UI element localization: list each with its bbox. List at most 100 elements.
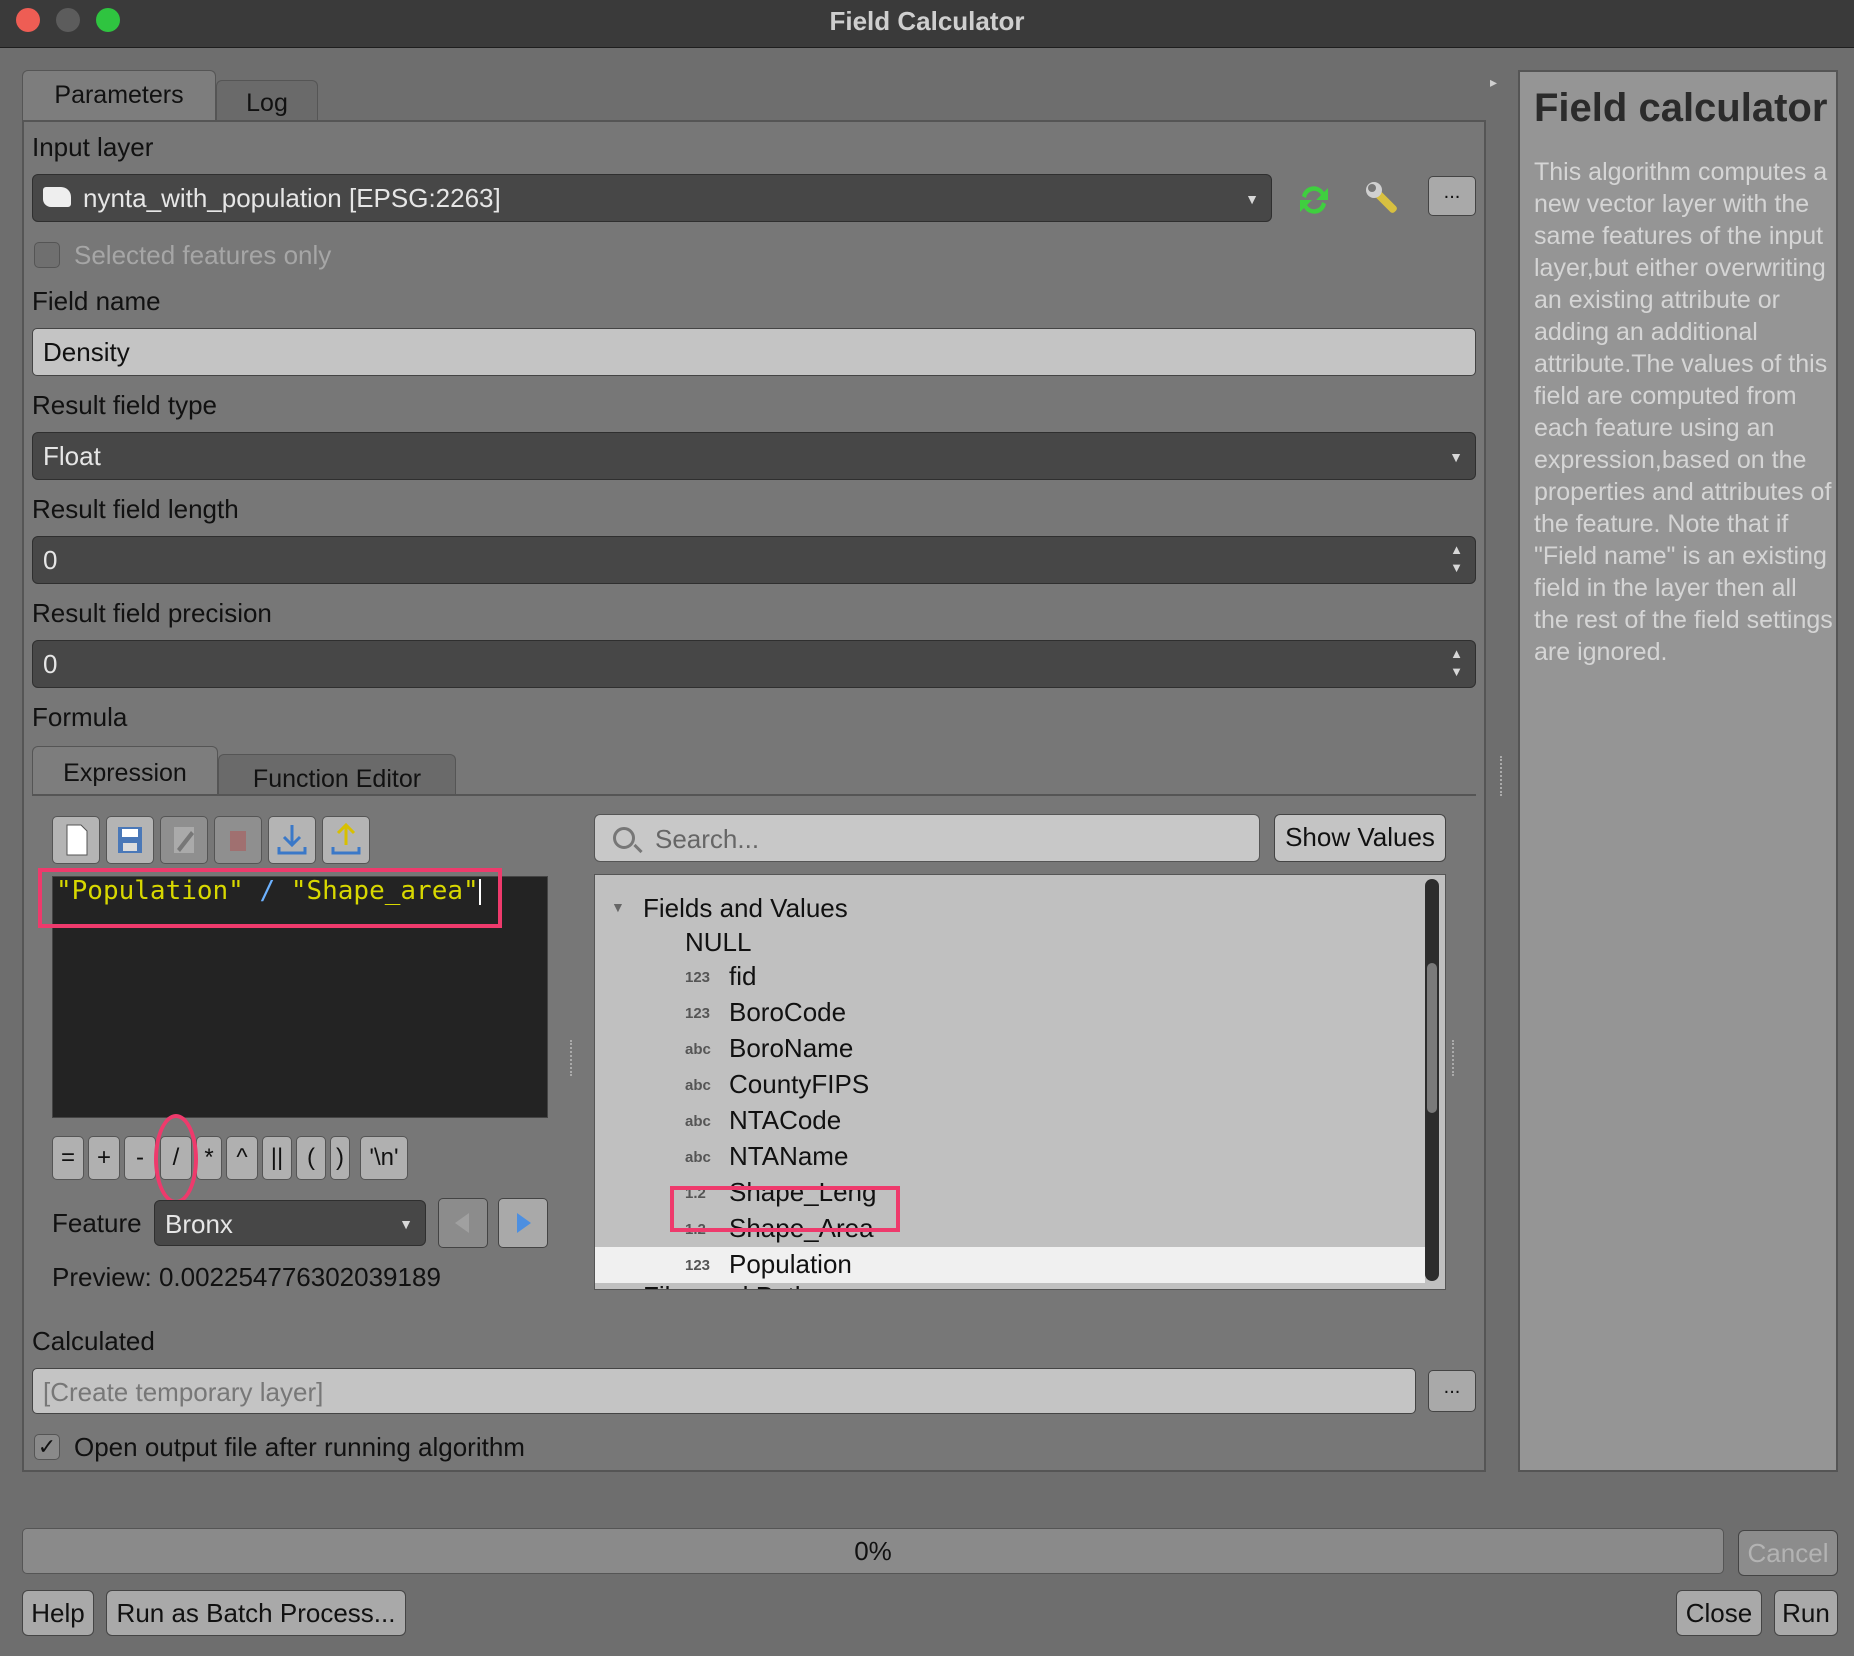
feature-label: Feature [52,1208,142,1238]
edit-icon[interactable] [160,816,208,864]
help-panel: Field calculator This algorithm computes… [1518,70,1838,1472]
open-output-label: Open output file after running algorithm [74,1432,525,1462]
result-type-combo[interactable]: Float ▼ [32,432,1476,480]
tree-item-field[interactable]: abc BoroName [595,1031,1425,1067]
expression-highlight-box [38,868,502,928]
field-name-input[interactable]: Density [32,328,1476,376]
iterate-icon[interactable] [1294,180,1334,220]
wrench-icon[interactable] [1362,178,1406,222]
tab-log[interactable]: Log [216,80,318,120]
tree-item-label: NTACode [729,1105,842,1135]
tree-group-fields[interactable]: ▼ Fields and Values [595,891,1425,927]
tree-item-null[interactable]: NULL [595,925,1425,961]
new-file-icon[interactable] [52,816,100,864]
output-path-input[interactable]: [Create temporary layer] [32,1368,1416,1414]
tab-expression[interactable]: Expression [32,746,218,796]
tree-group-label: Fields and Values [643,893,848,923]
delete-icon[interactable] [214,816,262,864]
preview-value: 0.002254776302039189 [158,1262,441,1292]
run-button[interactable]: Run [1774,1590,1838,1636]
tree-item-field[interactable]: 123 fid [595,959,1425,995]
output-options-button[interactable]: ... [1428,1370,1476,1412]
field-type-icon: 123 [685,969,711,986]
result-length-spinbox[interactable]: 0 ▲ ▼ [32,536,1476,584]
next-feature-button[interactable] [498,1198,548,1248]
operator-open-paren-button[interactable]: ( [296,1136,326,1180]
result-length-value: 0 [43,545,58,575]
selected-features-checkbox[interactable] [34,242,60,268]
field-type-icon: 123 [685,1005,711,1022]
input-layer-label: Input layer [32,132,154,162]
tree-item-field[interactable]: 123 BoroCode [595,995,1425,1031]
tree-group-label: Files and Paths [643,1281,822,1289]
show-values-button[interactable]: Show Values [1274,814,1446,862]
tree-item-label: BoroName [729,1033,854,1063]
result-precision-spinbox[interactable]: 0 ▲ ▼ [32,640,1476,688]
tree-item-label: fid [729,961,757,991]
tree-item-label: CountyFIPS [729,1069,870,1099]
operator-multiply-button[interactable]: * [196,1136,222,1180]
result-type-label: Result field type [32,390,217,420]
tree-item-field[interactable]: abc CountyFIPS [595,1067,1425,1103]
title-bar: Field Calculator [0,0,1854,48]
operator-plus-button[interactable]: + [88,1136,120,1180]
collapse-arrow-icon[interactable]: ▸ [1490,74,1497,91]
previous-feature-button[interactable] [438,1198,488,1248]
field-name-label: Field name [32,286,161,316]
export-icon[interactable] [322,816,370,864]
expand-arrow-icon[interactable]: ▼ [611,899,625,915]
batch-process-button[interactable]: Run as Batch Process... [106,1590,406,1636]
close-button[interactable]: Close [1676,1590,1762,1636]
operator-newline-button[interactable]: '\n' [360,1136,408,1180]
result-type-value: Float [43,441,101,471]
tree-item-label: NULL [685,927,752,957]
tree-item-field[interactable]: abc NTACode [595,1103,1425,1139]
splitter-handle[interactable] [1500,756,1504,796]
import-icon[interactable] [268,816,316,864]
splitter-handle[interactable] [1452,1040,1456,1076]
operator-minus-button[interactable]: - [124,1136,156,1180]
help-button[interactable]: Help [22,1590,94,1636]
function-search-input[interactable]: Search... [594,814,1260,862]
field-type-icon: abc [685,1113,711,1130]
input-layer-combo[interactable]: nynta_with_population [EPSG:2263] ▼ [32,174,1272,222]
shape-area-highlight-box [670,1186,900,1232]
cancel-button[interactable]: Cancel [1738,1530,1838,1576]
spin-arrows-icon[interactable]: ▲ ▼ [1450,645,1463,681]
feature-combo[interactable]: Bronx ▼ [154,1200,426,1246]
operator-power-button[interactable]: ^ [226,1136,258,1180]
spin-arrows-icon[interactable]: ▲ ▼ [1450,541,1463,577]
polygon-layer-icon [43,187,71,207]
result-length-label: Result field length [32,494,239,524]
selected-features-label: Selected features only [74,240,332,270]
tree-item-field[interactable]: abc NTAName [595,1139,1425,1175]
chevron-down-icon: ▼ [1245,191,1259,207]
field-type-icon: abc [685,1041,711,1058]
save-icon[interactable] [106,816,154,864]
tree-scrollbar-thumb[interactable] [1427,963,1437,1113]
operator-equals-button[interactable]: = [52,1136,84,1180]
expand-arrow-icon[interactable]: ▶ [611,1287,622,1289]
tree-group-files[interactable]: ▶ Files and Paths [595,1279,1425,1289]
field-type-icon: abc [685,1149,711,1166]
window-title: Field Calculator [829,6,1025,36]
output-label: Calculated [32,1326,155,1356]
operator-close-paren-button[interactable]: ) [330,1136,350,1180]
splitter-handle[interactable] [570,1040,574,1076]
preview-text: Preview: 0.002254776302039189 [52,1262,441,1293]
divide-highlight-circle [154,1114,198,1204]
result-precision-value: 0 [43,649,58,679]
input-layer-value: nynta_with_population [EPSG:2263] [83,183,501,213]
tab-function-editor[interactable]: Function Editor [218,754,456,796]
tab-parameters[interactable]: Parameters [22,70,216,120]
search-icon [613,827,635,849]
operator-concat-button[interactable]: || [262,1136,292,1180]
field-type-icon: 123 [685,1257,711,1274]
tree-item-label: NTAName [729,1141,849,1171]
tree-item-field-selected[interactable]: 123 Population [595,1247,1425,1283]
chevron-down-icon: ▼ [399,1216,413,1232]
open-output-checkbox[interactable]: ✓ [34,1434,60,1460]
search-placeholder: Search... [655,824,760,854]
layer-options-button[interactable]: ... [1428,176,1476,216]
tree-item-label: BoroCode [729,997,847,1027]
